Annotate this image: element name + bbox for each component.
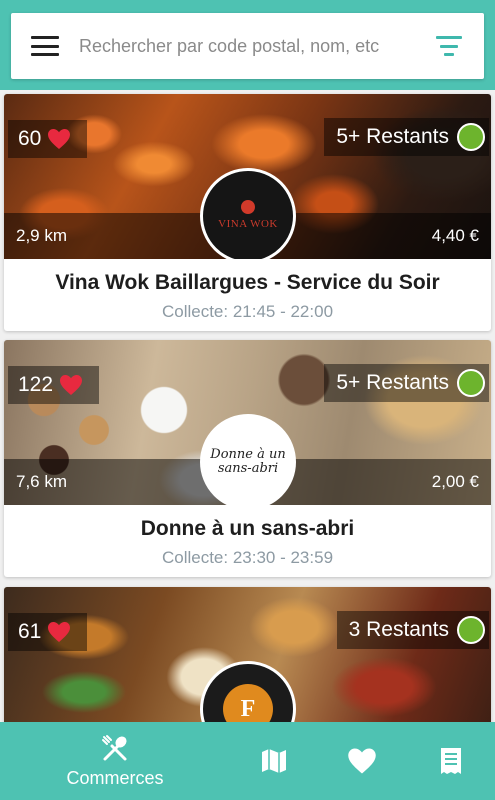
stock-label: 5+ Restants	[336, 125, 449, 148]
store-image: 60 5+ Restants 2,9 km 4,40 € VINA WOK	[4, 94, 491, 259]
price-label: 4,40 €	[431, 226, 479, 245]
heart-icon	[60, 375, 83, 395]
store-name: Vina Wok Baillargues - Service du Soir	[55, 271, 440, 294]
receipt-icon	[440, 748, 461, 774]
fromentiers-logo-icon: F	[223, 684, 273, 722]
distance-label: 2,9 km	[16, 226, 68, 245]
nav-commerces[interactable]: Commerces	[0, 722, 230, 800]
stock-badge: 5+ Restants	[324, 364, 489, 402]
logo-text: VINA WOK	[218, 218, 278, 230]
stock-label: 5+ Restants	[336, 371, 449, 394]
price-label: 2,00 €	[431, 472, 479, 491]
favorites-badge[interactable]: 61	[8, 613, 88, 651]
wok-logo-icon	[241, 200, 255, 214]
favorites-badge[interactable]: 122	[8, 366, 100, 404]
favorites-count: 60	[18, 127, 42, 150]
store-logo: VINA WOK	[200, 168, 296, 259]
stock-badge: 5+ Restants	[324, 118, 489, 156]
store-info: Vina Wok Baillargues - Service du Soir C…	[4, 259, 491, 331]
store-image: 122 5+ Restants 7,6 km 2,00 € Donne à un…	[4, 340, 491, 505]
search-bar	[11, 13, 484, 79]
filter-icon[interactable]	[436, 36, 462, 56]
nav-orders[interactable]	[407, 722, 495, 800]
store-logo: Donne à un sans-abri	[200, 414, 296, 505]
store-name: Donne à un sans-abri	[140, 517, 355, 540]
favorites-count: 122	[18, 373, 54, 396]
store-card[interactable]: 60 5+ Restants 2,9 km 4,40 € VINA WOK Vi…	[4, 94, 491, 331]
stock-badge: 3 Restants	[336, 611, 489, 649]
distance-label: 7,6 km	[16, 472, 68, 491]
store-image: 61 3 Restants F	[4, 587, 491, 722]
stock-label: 3 Restants	[348, 618, 449, 641]
heart-icon	[48, 129, 71, 149]
bottom-nav: Commerces	[0, 722, 495, 800]
pickup-time: Collecte: 23:30 - 23:59	[161, 548, 334, 567]
store-list: 60 5+ Restants 2,9 km 4,40 € VINA WOK Vi…	[0, 90, 495, 722]
heart-icon	[48, 622, 71, 642]
nav-commerces-label: Commerces	[66, 767, 164, 788]
search-input[interactable]	[79, 26, 436, 66]
menu-icon[interactable]	[31, 36, 59, 56]
heart-icon	[348, 748, 377, 774]
availability-dot	[457, 616, 485, 644]
store-info: Donne à un sans-abri Collecte: 23:30 - 2…	[4, 505, 491, 577]
store-card[interactable]: 122 5+ Restants 7,6 km 2,00 € Donne à un…	[4, 340, 491, 577]
favorites-badge[interactable]: 60	[8, 120, 88, 158]
store-icon	[102, 734, 127, 760]
availability-dot	[457, 369, 485, 397]
logo-text: Donne à un sans-abri	[210, 447, 286, 476]
store-card[interactable]: 61 3 Restants F	[4, 587, 491, 722]
favorites-count: 61	[18, 620, 42, 643]
pickup-time: Collecte: 21:45 - 22:00	[161, 302, 334, 321]
map-icon	[262, 749, 287, 773]
nav-favorites[interactable]	[318, 722, 406, 800]
availability-dot	[457, 123, 485, 151]
nav-map[interactable]	[230, 722, 318, 800]
